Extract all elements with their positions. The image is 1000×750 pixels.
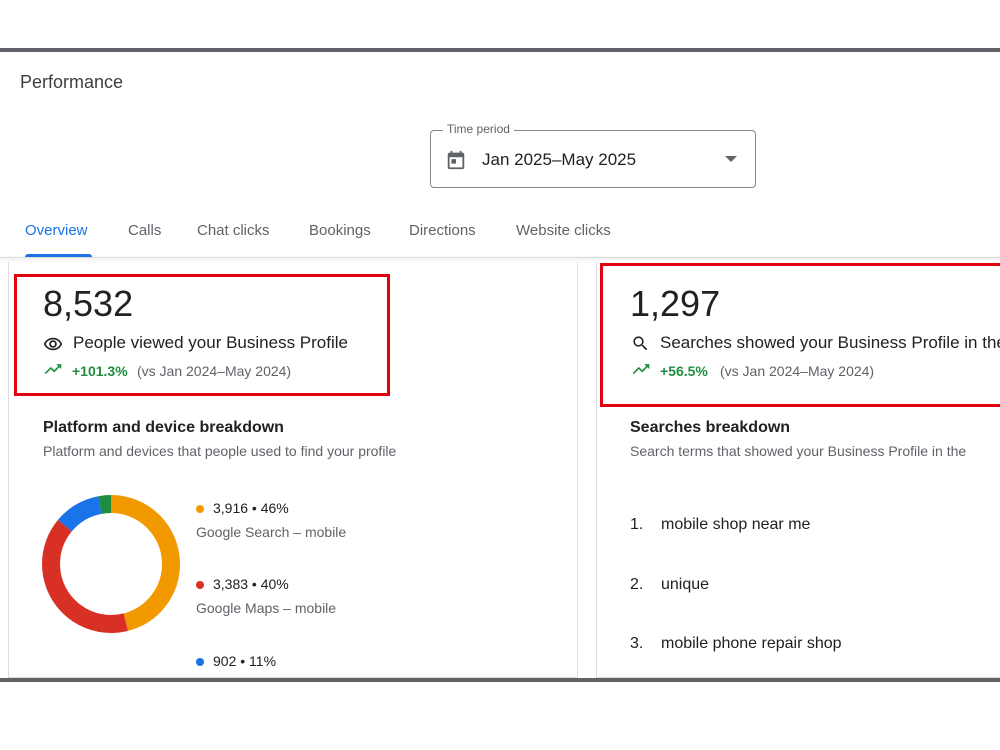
search-term-rank: 3. [630, 635, 644, 652]
search-term-rank: 2. [630, 576, 644, 593]
legend-label: Google Maps – mobile [196, 600, 337, 616]
trending-up-icon [44, 364, 62, 375]
tab-directions[interactable]: Directions [409, 222, 476, 239]
search-icon [633, 336, 648, 351]
platform-donut-chart [42, 495, 180, 633]
searches-breakdown-subtitle: Search terms that showed your Business P… [630, 443, 967, 459]
legend-value: 3,383 • 40% [213, 576, 289, 592]
profile-views-count: 8,532 [43, 283, 134, 324]
tab-bookings[interactable]: Bookings [309, 222, 371, 239]
search-term-item: 2. unique [630, 576, 709, 594]
platform-breakdown-subtitle: Platform and devices that people used to… [43, 443, 397, 459]
search-term-rank: 1. [630, 516, 644, 533]
searches-count: 1,297 [630, 283, 721, 324]
searches-label: Searches showed your Business Profile in… [660, 333, 1000, 352]
legend-dot [196, 505, 204, 513]
legend-value: 902 • 11% [213, 653, 277, 669]
tabs-divider [0, 257, 1000, 258]
legend-dot [196, 658, 204, 666]
legend-dot [196, 581, 204, 589]
tab-overview[interactable]: Overview [25, 222, 88, 239]
searches-comparison: (vs Jan 2024–May 2024) [720, 363, 875, 379]
search-term-text: unique [661, 576, 710, 593]
legend-label: Google Search – mobile [196, 524, 347, 540]
screenshot-frame-top [0, 48, 1000, 52]
searches-change: +56.5% [660, 363, 708, 379]
time-period-value: Jan 2025–May 2025 [482, 150, 637, 169]
search-term-text: mobile shop near me [661, 516, 811, 533]
search-term-text: mobile phone repair shop [661, 635, 842, 652]
tab-website-clicks[interactable]: Website clicks [516, 222, 611, 239]
top-margin [0, 0, 1000, 48]
tab-chat-clicks[interactable]: Chat clicks [197, 222, 270, 239]
legend-value: 3,916 • 46% [213, 500, 289, 516]
searches-breakdown-title: Searches breakdown [630, 419, 791, 436]
search-term-item: 1. mobile shop near me [630, 516, 810, 534]
profile-views-change: +101.3% [72, 363, 128, 379]
platform-breakdown-title: Platform and device breakdown [43, 419, 284, 436]
profile-views-label: People viewed your Business Profile [73, 333, 348, 352]
tab-calls[interactable]: Calls [128, 222, 161, 239]
trending-up-icon [632, 364, 650, 375]
time-period-label: Time period [443, 122, 514, 136]
arrow-drop-down-icon[interactable] [725, 156, 737, 162]
profile-views-comparison: (vs Jan 2024–May 2024) [137, 363, 292, 379]
calendar-icon [447, 150, 465, 170]
search-term-item: 3. mobile phone repair shop [630, 635, 842, 653]
eye-icon [43, 337, 63, 351]
page-title: Performance [20, 72, 124, 92]
bottom-margin [0, 682, 1000, 750]
tab-bar: Overview Calls Chat clicks Bookings Dire… [0, 210, 1000, 258]
time-period-select[interactable]: Time period Jan 2025–May 2025 [430, 122, 756, 188]
